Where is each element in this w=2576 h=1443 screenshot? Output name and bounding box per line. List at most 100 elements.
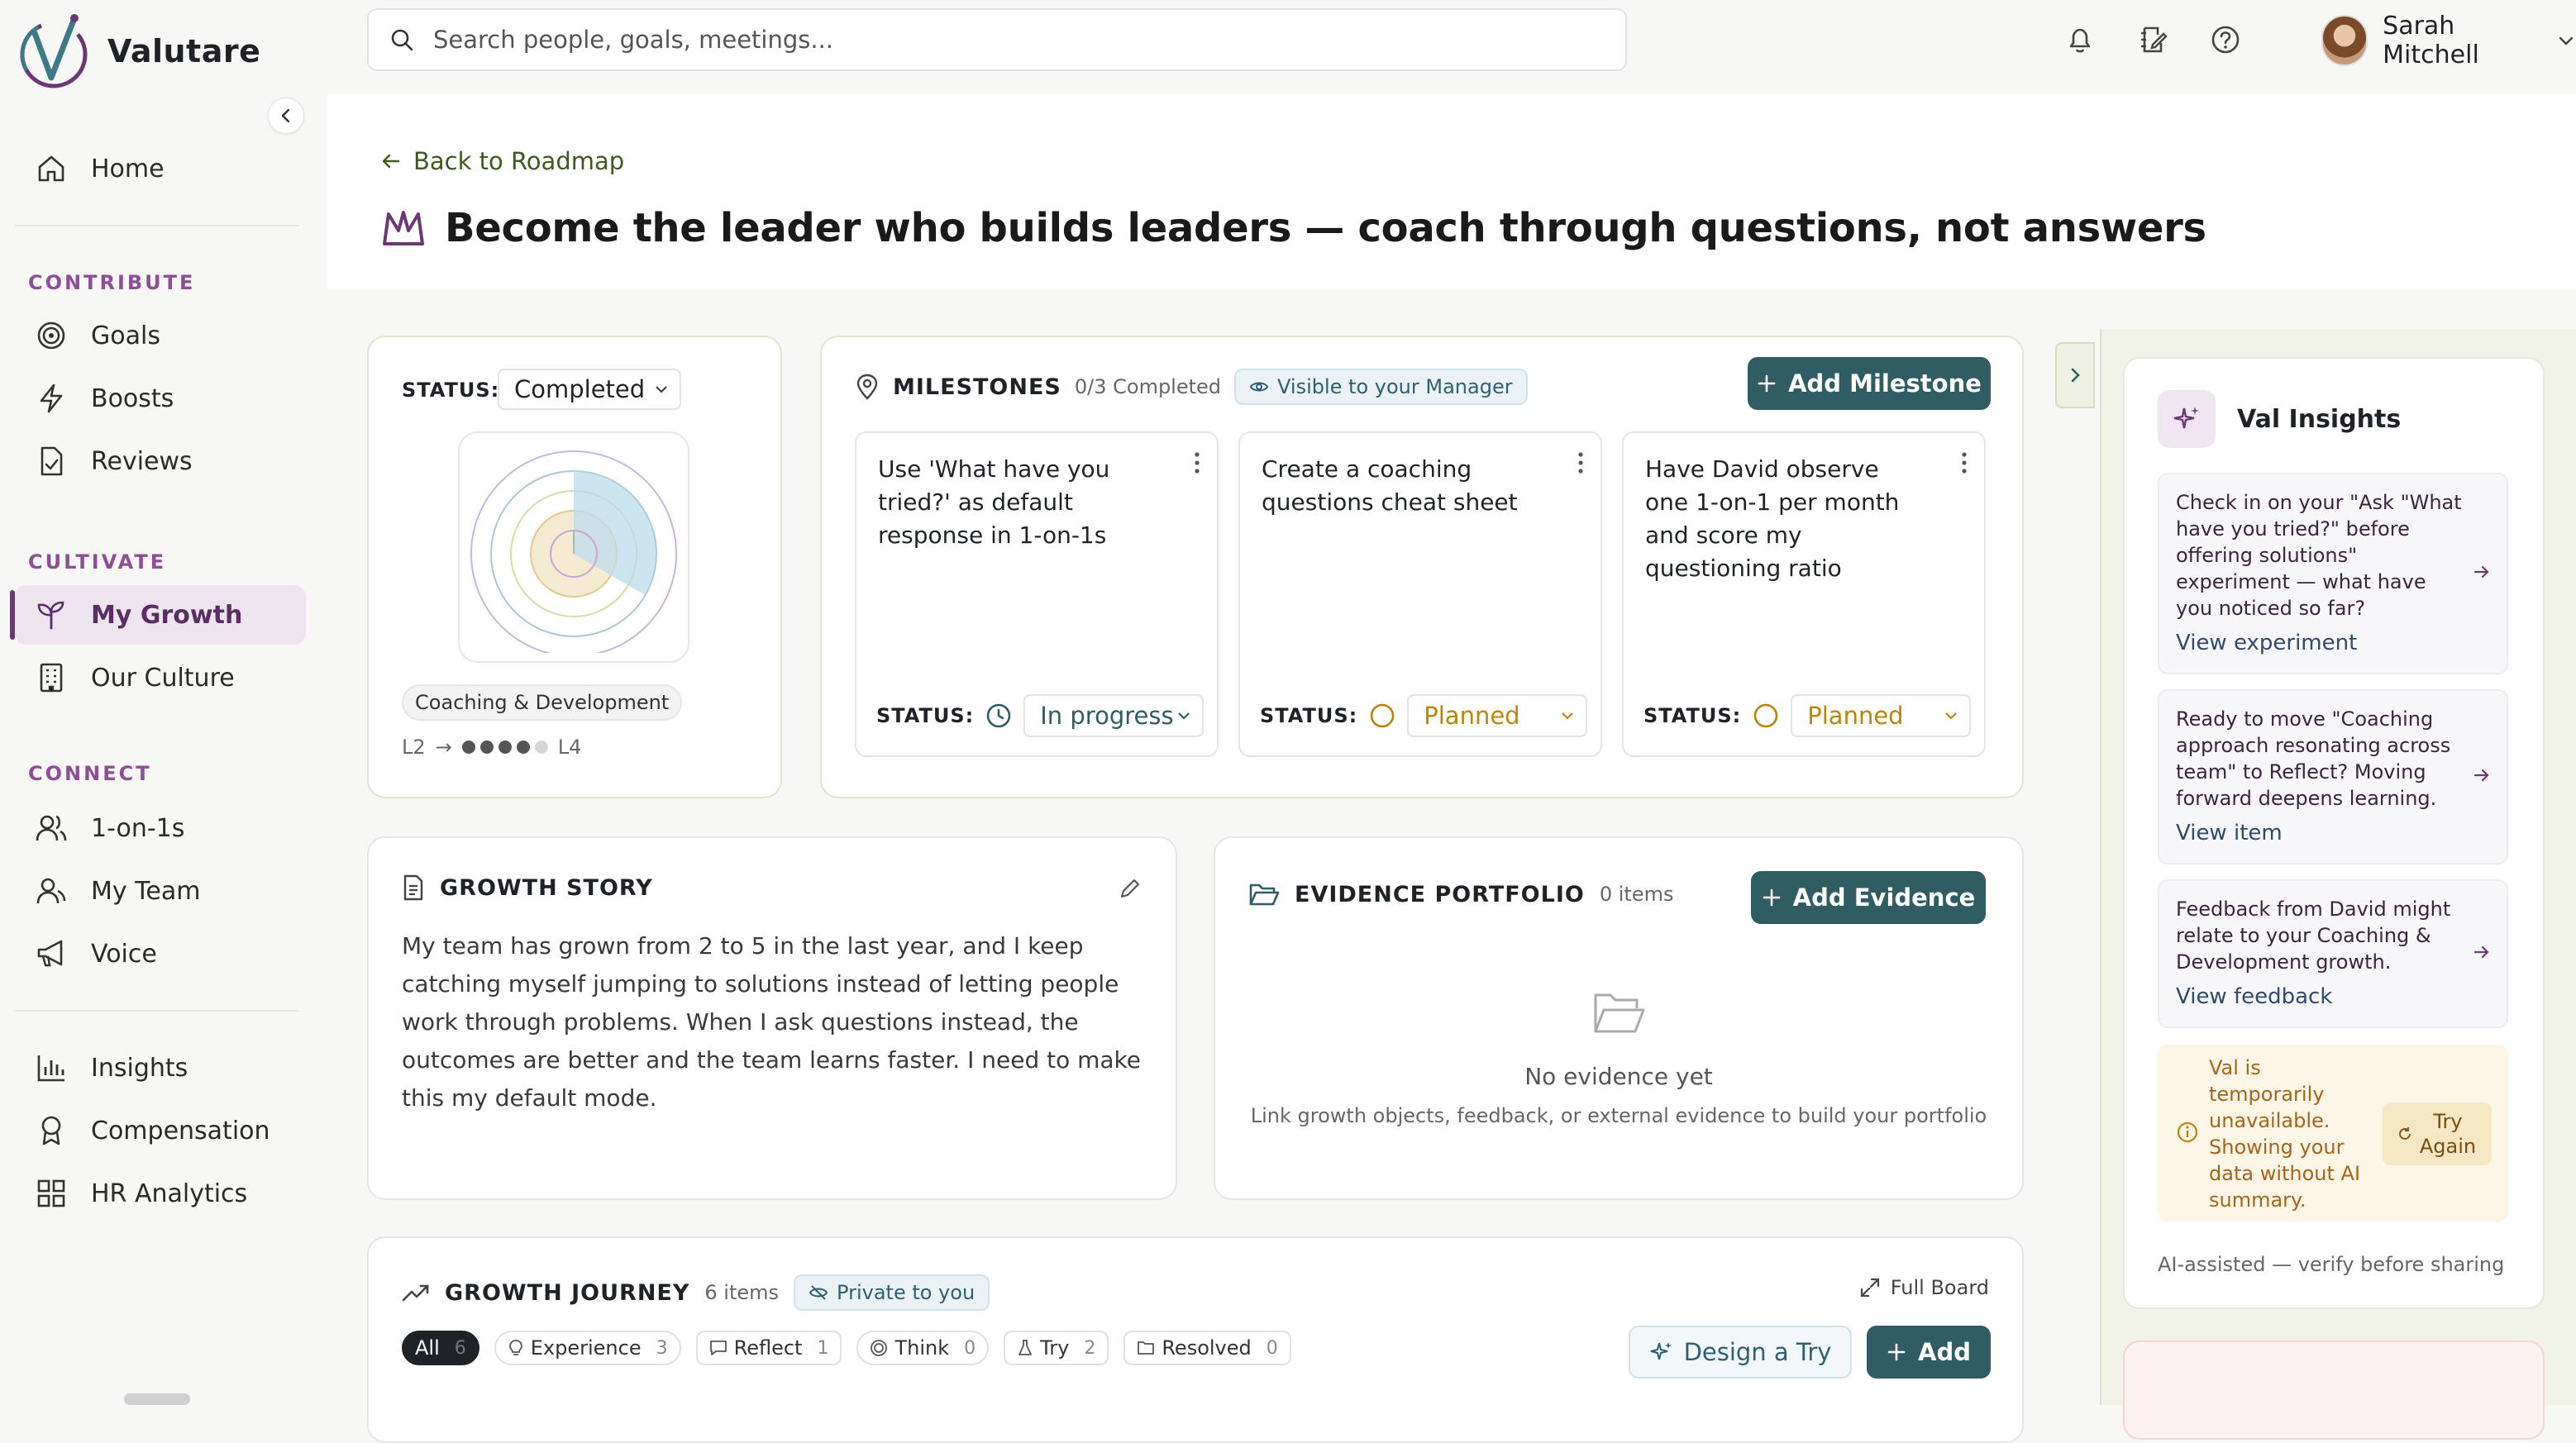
chevron-left-icon bbox=[281, 108, 290, 123]
milestone-card[interactable]: Create a coaching questions cheat sheet … bbox=[1238, 431, 1602, 757]
growth-story-card: GROWTH STORY My team has grown from 2 to… bbox=[367, 836, 1177, 1200]
filter-chip-experience[interactable]: Experience 3 bbox=[494, 1331, 681, 1365]
level-progress: L2 → L4 bbox=[402, 736, 581, 759]
sidebar-item-label: Home bbox=[91, 154, 165, 183]
sidebar-item-boosts[interactable]: Boosts bbox=[15, 369, 306, 428]
sidebar-divider bbox=[15, 1010, 299, 1012]
sidebar-item-goals[interactable]: Goals bbox=[15, 306, 306, 365]
milestone-status-row: STATUS: Planned bbox=[1260, 694, 1588, 737]
filter-count: 0 bbox=[964, 1337, 976, 1359]
insight-link[interactable]: View experiment bbox=[2176, 630, 2490, 656]
add-journey-item-button[interactable]: Add bbox=[1867, 1326, 1991, 1379]
message-icon bbox=[709, 1340, 727, 1356]
full-board-link[interactable]: Full Board bbox=[1859, 1276, 1989, 1299]
sidebar-item-our-culture[interactable]: Our Culture bbox=[15, 648, 306, 707]
add-evidence-button[interactable]: Add Evidence bbox=[1751, 871, 1986, 924]
plus-icon bbox=[1757, 374, 1777, 393]
toggle-insights-button[interactable] bbox=[2055, 342, 2095, 408]
sidebar-item-label: Voice bbox=[91, 939, 157, 969]
more-vertical-icon[interactable] bbox=[1192, 450, 1202, 476]
milestone-title: Use 'What have you tried?' as default re… bbox=[878, 455, 1110, 549]
circle-icon bbox=[1369, 702, 1395, 729]
insight-link[interactable]: View item bbox=[2176, 820, 2490, 846]
filter-chip-think[interactable]: Think 0 bbox=[856, 1331, 990, 1365]
design-a-try-button[interactable]: Design a Try bbox=[1629, 1326, 1852, 1379]
filter-chip-try[interactable]: Try 2 bbox=[1004, 1331, 1109, 1365]
insight-item[interactable]: Check in on your "Ask "What have you tri… bbox=[2158, 473, 2508, 674]
level-from: L2 bbox=[402, 736, 426, 759]
evidence-count: 0 items bbox=[1599, 883, 1674, 906]
search-bar[interactable] bbox=[367, 8, 1627, 71]
sidebar-item-label: Boosts bbox=[91, 383, 174, 413]
search-input[interactable] bbox=[433, 26, 1574, 54]
milestones-card: MILESTONES 0/3 Completed Visible to your… bbox=[820, 336, 2024, 798]
filter-chip-resolved[interactable]: Resolved 0 bbox=[1123, 1331, 1291, 1365]
insight-item[interactable]: Feedback from David might relate to your… bbox=[2158, 879, 2508, 1028]
notifications-bell-icon[interactable] bbox=[2062, 21, 2098, 58]
insights-title: Val Insights bbox=[2237, 404, 2402, 434]
back-to-roadmap-link[interactable]: Back to Roadmap bbox=[380, 147, 624, 175]
visibility-text: Visible to your Manager bbox=[1277, 375, 1513, 398]
app-logo[interactable]: Valutare bbox=[17, 12, 260, 91]
sidebar-item-1-on-1s[interactable]: 1-on-1s bbox=[15, 798, 306, 858]
evidence-header: EVIDENCE PORTFOLIO 0 items bbox=[1248, 881, 1673, 907]
milestone-card[interactable]: Have David observe one 1-on-1 per month … bbox=[1622, 431, 1986, 757]
sidebar-item-hr-analytics[interactable]: HR Analytics bbox=[15, 1164, 306, 1223]
page-title: Become the leader who builds leaders — c… bbox=[380, 205, 2206, 251]
filter-chip-reflect[interactable]: Reflect 1 bbox=[695, 1331, 842, 1365]
sidebar-item-compensation[interactable]: Compensation bbox=[15, 1101, 306, 1160]
target-icon bbox=[35, 319, 68, 352]
search-icon bbox=[389, 26, 415, 53]
building-icon bbox=[35, 661, 68, 694]
milestone-status-select[interactable]: In progress bbox=[1023, 694, 1205, 737]
milestone-status-select[interactable]: Planned bbox=[1407, 694, 1588, 737]
sidebar-item-my-team[interactable]: My Team bbox=[15, 861, 306, 921]
chevron-down-icon bbox=[1176, 707, 1192, 724]
megaphone-icon bbox=[35, 937, 68, 970]
growth-journey-card: GROWTH JOURNEY 6 items Private to you Fu… bbox=[367, 1236, 2024, 1443]
home-icon bbox=[35, 152, 68, 185]
filter-count: 0 bbox=[1266, 1337, 1278, 1359]
milestone-card[interactable]: Use 'What have you tried?' as default re… bbox=[855, 431, 1219, 757]
journal-edit-icon[interactable] bbox=[2135, 21, 2171, 58]
evidence-portfolio-card: EVIDENCE PORTFOLIO 0 items Add Evidence … bbox=[1214, 836, 2024, 1200]
collapse-sidebar-button[interactable] bbox=[268, 98, 304, 134]
map-pin-icon bbox=[855, 374, 880, 400]
sidebar-item-label: Compensation bbox=[91, 1116, 270, 1145]
more-vertical-icon[interactable] bbox=[1959, 450, 1969, 476]
valutare-logo-icon bbox=[17, 12, 91, 91]
filter-chip-all[interactable]: All 6 bbox=[402, 1331, 479, 1365]
milestones-title: MILESTONES bbox=[893, 374, 1061, 400]
sidebar-item-insights[interactable]: Insights bbox=[15, 1038, 306, 1098]
milestone-status-select[interactable]: Planned bbox=[1791, 694, 1972, 737]
milestone-status-row: STATUS: Planned bbox=[1643, 694, 1972, 737]
warning-text: Val is temporarily unavailable. Showing … bbox=[2209, 1056, 2361, 1212]
milestone-status-value: Planned bbox=[1807, 702, 1904, 730]
insight-link[interactable]: View feedback bbox=[2176, 983, 2490, 1010]
try-again-button[interactable]: Try Again bbox=[2383, 1102, 2492, 1165]
sidebar-item-voice[interactable]: Voice bbox=[15, 924, 306, 983]
sidebar-item-home[interactable]: Home bbox=[15, 139, 306, 198]
filter-label: Experience bbox=[530, 1336, 642, 1360]
goal-status-select[interactable]: Completed bbox=[498, 369, 681, 410]
sidebar-item-reviews[interactable]: Reviews bbox=[15, 431, 306, 491]
insights-sidebar: Val Insights Check in on your "Ask "What… bbox=[2100, 329, 2576, 1440]
filter-label: Resolved bbox=[1162, 1336, 1252, 1360]
expand-icon bbox=[1859, 1277, 1881, 1298]
try-again-label: Try Again bbox=[2419, 1110, 2477, 1158]
milestone-status-row: STATUS: In progress bbox=[876, 694, 1205, 737]
more-vertical-icon[interactable] bbox=[1576, 450, 1586, 476]
milestone-title: Have David observe one 1-on-1 per month … bbox=[1645, 455, 1900, 582]
sidebar-item-label: My Team bbox=[91, 876, 201, 906]
help-icon[interactable] bbox=[2207, 21, 2244, 58]
sidebar-item-my-growth[interactable]: My Growth bbox=[10, 585, 306, 645]
add-milestone-button[interactable]: Add Milestone bbox=[1748, 357, 1991, 410]
sparkles-icon bbox=[1649, 1340, 1674, 1364]
scroll-handle[interactable] bbox=[124, 1393, 190, 1405]
eye-off-icon bbox=[809, 1283, 828, 1303]
sidebar-item-label: My Growth bbox=[91, 600, 243, 630]
status-label: STATUS: bbox=[402, 379, 500, 402]
insight-item[interactable]: Ready to move "Coaching approach resonat… bbox=[2158, 689, 2508, 864]
user-menu[interactable]: Sarah Mitchell bbox=[2321, 12, 2576, 69]
edit-pencil-icon[interactable] bbox=[1118, 876, 1143, 901]
